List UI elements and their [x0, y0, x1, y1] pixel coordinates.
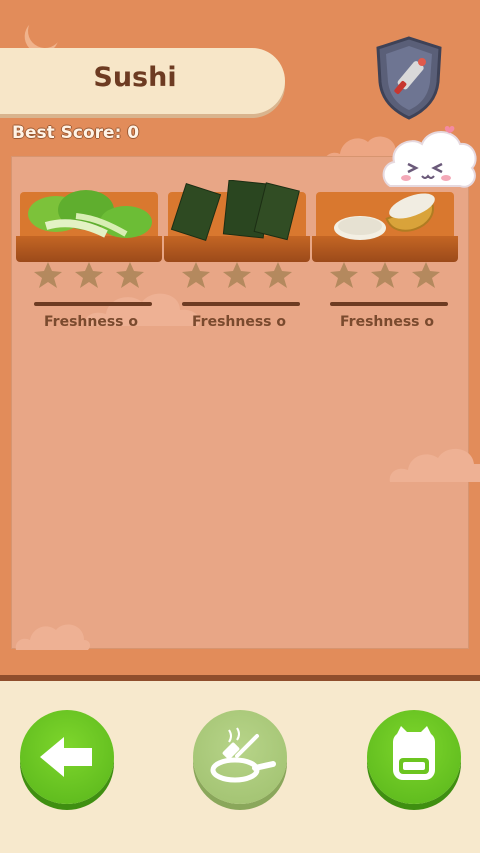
- frying-pan-icon: [210, 727, 276, 783]
- ingredient-slot[interactable]: Freshness o: [312, 192, 458, 332]
- cook-button[interactable]: [193, 710, 287, 804]
- bok-choy-icon: [28, 190, 152, 238]
- page-title: Sushi: [93, 62, 177, 93]
- rice-bowl-icon: [334, 193, 435, 240]
- cloud-decoration: [389, 448, 480, 482]
- freshness-bar: [330, 302, 448, 306]
- freshness-label: Freshness o: [192, 314, 286, 330]
- arrow-left-icon: [40, 737, 92, 777]
- freshness-label: Freshness o: [340, 314, 434, 330]
- freshness-label: Freshness o: [44, 314, 138, 330]
- ingredient-slot[interactable]: Freshness o: [16, 190, 162, 332]
- nori-seaweed-icon: [170, 180, 300, 242]
- back-button[interactable]: [20, 710, 114, 804]
- backpack-icon: [393, 726, 435, 780]
- moon-decoration: [23, 9, 67, 53]
- freshness-stars: [182, 262, 292, 288]
- game-area: Sushi Best Score: 0 Freshness o Freshnes…: [0, 0, 480, 675]
- cloud-decoration: [15, 624, 91, 650]
- freshness-stars: [34, 262, 144, 288]
- best-score: Best Score: 0: [12, 123, 140, 143]
- freshness-bar: [182, 302, 300, 306]
- shield-kitchen-icon[interactable]: [374, 36, 444, 120]
- ingredient-slot[interactable]: Freshness o: [164, 180, 310, 332]
- freshness-stars: [330, 262, 440, 288]
- freshness-bar: [34, 302, 152, 306]
- bag-button[interactable]: [367, 710, 461, 804]
